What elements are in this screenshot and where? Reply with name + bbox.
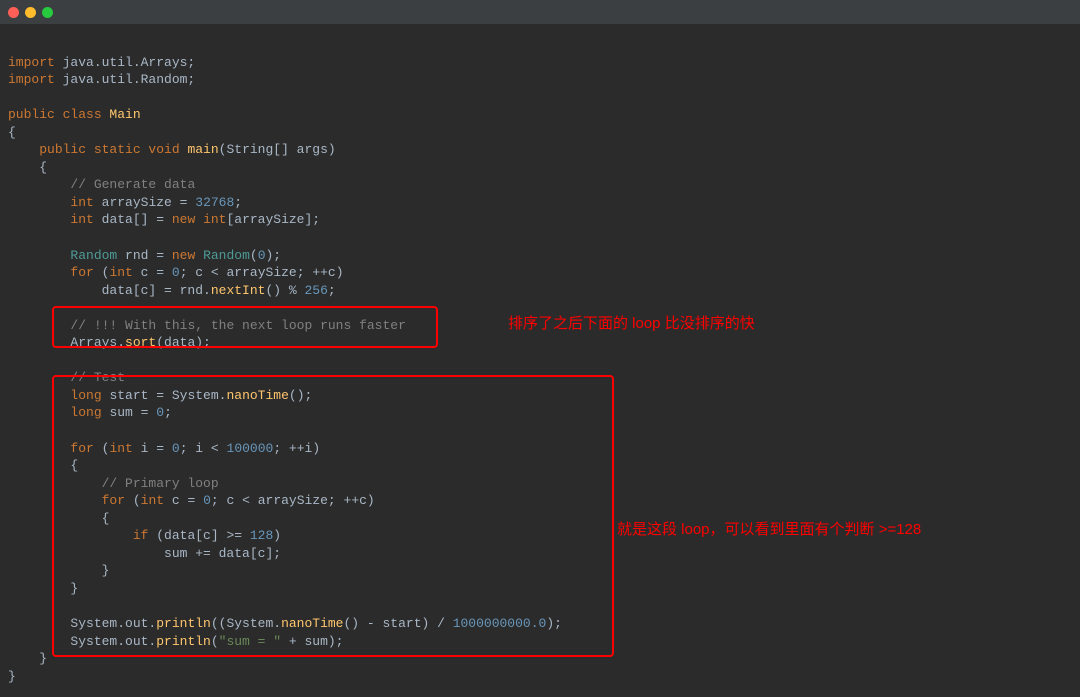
annotation-sort: 排序了之后下面的 loop 比没排序的快 bbox=[508, 314, 755, 334]
code-line bbox=[8, 352, 1072, 370]
code-line: System.out.println("sum = " + sum); bbox=[8, 633, 1072, 651]
code-line: public static void main(String[] args) bbox=[8, 141, 1072, 159]
code-line: long sum = 0; bbox=[8, 404, 1072, 422]
code-line: for (int i = 0; i < 100000; ++i) bbox=[8, 440, 1072, 458]
code-line: sum += data[c]; bbox=[8, 545, 1072, 563]
code-line: for (int c = 0; c < arraySize; ++c) bbox=[8, 264, 1072, 282]
annotation-loop: 就是这段 loop，可以看到里面有个判断 >=128 bbox=[617, 520, 921, 540]
code-line: int data[] = new int[arraySize]; bbox=[8, 211, 1072, 229]
code-line: } bbox=[8, 562, 1072, 580]
code-line: { bbox=[8, 124, 1072, 142]
code-line: int arraySize = 32768; bbox=[8, 194, 1072, 212]
code-line bbox=[8, 36, 1072, 54]
code-editor[interactable]: import java.util.Arrays;import java.util… bbox=[0, 24, 1080, 697]
code-line: long start = System.nanoTime(); bbox=[8, 387, 1072, 405]
code-line bbox=[8, 229, 1072, 247]
code-line: import java.util.Random; bbox=[8, 71, 1072, 89]
code-line: // Generate data bbox=[8, 176, 1072, 194]
code-line: { bbox=[8, 159, 1072, 177]
code-line: for (int c = 0; c < arraySize; ++c) bbox=[8, 492, 1072, 510]
maximize-icon[interactable] bbox=[42, 7, 53, 18]
code-line: // Test bbox=[8, 369, 1072, 387]
code-line: public class Main bbox=[8, 106, 1072, 124]
code-line: // Primary loop bbox=[8, 475, 1072, 493]
code-line: } bbox=[8, 668, 1072, 686]
code-line bbox=[8, 422, 1072, 440]
code-line: System.out.println((System.nanoTime() - … bbox=[8, 615, 1072, 633]
code-line: } bbox=[8, 580, 1072, 598]
code-line bbox=[8, 598, 1072, 616]
code-line: Arrays.sort(data); bbox=[8, 334, 1072, 352]
code-line: import java.util.Arrays; bbox=[8, 54, 1072, 72]
code-line bbox=[8, 89, 1072, 107]
minimize-icon[interactable] bbox=[25, 7, 36, 18]
window-titlebar bbox=[0, 0, 1080, 24]
code-line: Random rnd = new Random(0); bbox=[8, 247, 1072, 265]
close-icon[interactable] bbox=[8, 7, 19, 18]
code-line: } bbox=[8, 650, 1072, 668]
code-line: { bbox=[8, 457, 1072, 475]
code-line: data[c] = rnd.nextInt() % 256; bbox=[8, 282, 1072, 300]
